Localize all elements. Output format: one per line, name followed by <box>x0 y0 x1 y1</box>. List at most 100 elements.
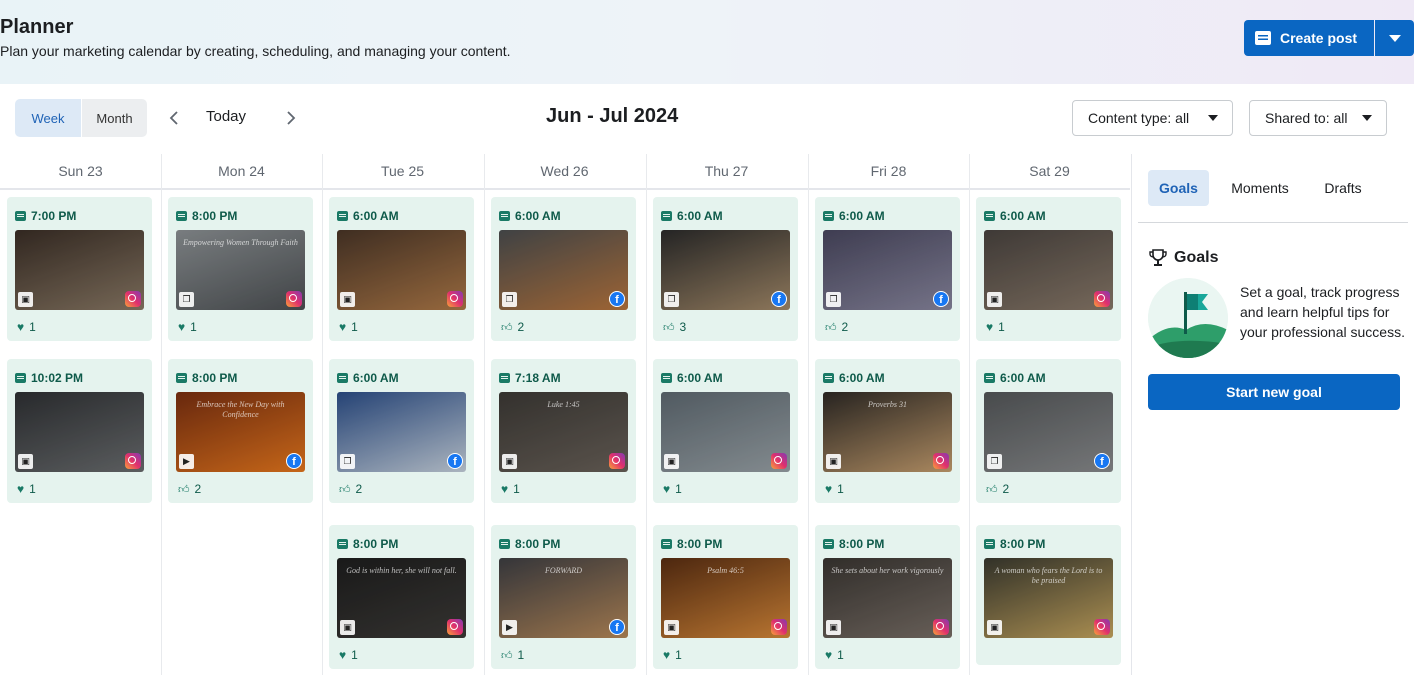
tab-goals[interactable]: Goals <box>1148 170 1209 206</box>
scheduled-post-card[interactable]: 8:00 PM A woman who fears the Lord is to … <box>976 525 1121 665</box>
create-post-menu-button[interactable] <box>1375 20 1414 56</box>
post-reactions: 👍︎ 2 <box>501 320 524 334</box>
thumbnail-caption: A woman who fears the Lord is to be prai… <box>994 566 1103 585</box>
content-type-filter[interactable]: Content type: all <box>1072 100 1233 136</box>
scheduled-post-card[interactable]: 8:00 PM God is within her, she will not f… <box>329 525 474 669</box>
post-time-label: 6:00 AM <box>353 371 399 385</box>
content-type-label: Content type: all <box>1088 110 1190 126</box>
image-icon: ▣ <box>826 454 841 469</box>
start-new-goal-button[interactable]: Start new goal <box>1148 374 1400 410</box>
thumbs-up-icon: 👍︎ <box>986 483 998 496</box>
week-view-button[interactable]: Week <box>15 99 81 137</box>
scheduled-post-card[interactable]: 6:00 AM ▣ ♥ 1 <box>653 359 798 503</box>
post-time: 8:00 PM <box>823 537 884 551</box>
image-icon: ▣ <box>340 292 355 307</box>
thumbnail-caption: Luke 1:45 <box>547 400 580 409</box>
reaction-count: 1 <box>351 320 358 334</box>
scheduled-post-card[interactable]: 6:00 AM ▣ ♥ 1 <box>329 197 474 341</box>
previous-week-button[interactable] <box>164 108 184 128</box>
planner-header: Planner Plan your marketing calendar by … <box>0 0 1414 84</box>
page-subtitle: Plan your marketing calendar by creating… <box>0 43 511 59</box>
tab-drafts[interactable]: Drafts <box>1316 170 1370 206</box>
reaction-count: 2 <box>355 482 363 496</box>
post-thumbnail[interactable]: She sets about her work vigorously ▣ <box>823 558 952 638</box>
shared-to-filter[interactable]: Shared to: all <box>1249 100 1387 136</box>
post-reactions: ♥ 1 <box>178 320 197 334</box>
thumbs-up-icon: 👍︎ <box>825 321 837 334</box>
scheduled-post-card[interactable]: 6:00 AM ▣ ♥ 1 <box>976 197 1121 341</box>
post-thumbnail[interactable]: Embrace the New Day with Confidence ▶ f <box>176 392 305 472</box>
post-reactions: ♥ 1 <box>825 482 844 496</box>
scheduled-post-card[interactable]: 6:00 AM ❐ f 👍︎ 2 <box>329 359 474 503</box>
scheduled-post-card[interactable]: 8:00 PM She sets about her work vigorousl… <box>815 525 960 669</box>
post-thumbnail[interactable]: ▣ <box>984 230 1113 310</box>
trophy-icon <box>1149 249 1167 266</box>
tab-moments[interactable]: Moments <box>1224 170 1296 206</box>
scheduled-post-card[interactable]: 6:00 AM Proverbs 31 ▣ ♥ 1 <box>815 359 960 503</box>
post-thumbnail[interactable]: Luke 1:45 ▣ <box>499 392 628 472</box>
scheduled-post-card[interactable]: 6:00 AM ❐ f 👍︎ 2 <box>976 359 1121 503</box>
thumbs-up-icon: 👍︎ <box>339 483 351 496</box>
instagram-icon <box>125 291 141 307</box>
create-post-button[interactable]: Create post <box>1244 20 1374 56</box>
post-thumbnail[interactable]: ❐ f <box>499 230 628 310</box>
reaction-count: 1 <box>351 648 358 662</box>
scheduled-post-card[interactable]: 8:00 PM FORWARD ▶ f 👍︎ 1 <box>491 525 636 669</box>
post-thumbnail[interactable]: ❐ f <box>337 392 466 472</box>
post-thumbnail[interactable]: God is within her, she will not fall. ▣ <box>337 558 466 638</box>
post-thumbnail[interactable]: Proverbs 31 ▣ <box>823 392 952 472</box>
post-reactions: ♥ 1 <box>17 320 36 334</box>
post-thumbnail[interactable]: ❐ f <box>661 230 790 310</box>
thumbs-up-icon: 👍︎ <box>501 649 513 662</box>
post-thumbnail[interactable]: ❐ f <box>984 392 1113 472</box>
caret-down-icon <box>1208 115 1218 121</box>
post-time-label: 6:00 AM <box>1000 209 1046 223</box>
scheduled-post-card[interactable]: 7:00 PM ▣ ♥ 1 <box>7 197 152 341</box>
today-button[interactable]: Today <box>206 108 246 125</box>
scheduled-post-card[interactable]: 6:00 AM ❐ f 👍︎ 2 <box>491 197 636 341</box>
post-thumbnail[interactable]: ▣ <box>15 230 144 310</box>
carousel-icon: ❐ <box>826 292 841 307</box>
post-thumbnail[interactable]: ❐ f <box>823 230 952 310</box>
scheduled-post-card[interactable]: 10:02 PM ▣ ♥ 1 <box>7 359 152 503</box>
post-thumbnail[interactable]: Psalm 46:5 ▣ <box>661 558 790 638</box>
post-thumbnail[interactable]: ▣ <box>661 392 790 472</box>
post-thumbnail[interactable]: ▣ <box>15 392 144 472</box>
goals-sidebar: Goals Moments Drafts Goals Set a goal, t… <box>1131 154 1414 675</box>
post-reactions: ♥ 1 <box>501 482 520 496</box>
month-view-button[interactable]: Month <box>82 99 147 137</box>
next-week-button[interactable] <box>281 108 301 128</box>
scheduled-post-card[interactable]: 8:00 PM Empowering Women Through Faith ❐ ♥ 1 <box>168 197 313 341</box>
reaction-count: 1 <box>675 482 682 496</box>
post-thumbnail[interactable]: FORWARD ▶ f <box>499 558 628 638</box>
thumbs-up-icon: 👍︎ <box>663 321 675 334</box>
scheduled-post-card[interactable]: 7:18 AM Luke 1:45 ▣ ♥ 1 <box>491 359 636 503</box>
post-time: 6:00 AM <box>337 209 399 223</box>
post-time: 8:00 PM <box>176 371 237 385</box>
scheduled-post-card[interactable]: 8:00 PM Embrace the New Day with Confiden… <box>168 359 313 503</box>
thumbnail-caption: Psalm 46:5 <box>707 566 744 575</box>
post-icon <box>1255 31 1271 45</box>
scheduled-post-card[interactable]: 6:00 AM ❐ f 👍︎ 3 <box>653 197 798 341</box>
instagram-icon <box>1094 291 1110 307</box>
thumbnail-caption: FORWARD <box>544 566 583 575</box>
post-thumbnail[interactable]: A woman who fears the Lord is to be prai… <box>984 558 1113 638</box>
post-time-label: 6:00 AM <box>677 371 723 385</box>
post-icon <box>661 373 672 383</box>
instagram-icon <box>286 291 302 307</box>
post-reactions: 👍︎ 2 <box>825 320 848 334</box>
post-time: 6:00 AM <box>499 209 561 223</box>
instagram-icon <box>609 453 625 469</box>
post-thumbnail[interactable]: ▣ <box>337 230 466 310</box>
caret-down-icon <box>1388 34 1401 42</box>
scheduled-post-card[interactable]: 8:00 PM Psalm 46:5 ▣ ♥ 1 <box>653 525 798 669</box>
post-time-label: 6:00 AM <box>515 209 561 223</box>
post-time-label: 10:02 PM <box>31 371 84 385</box>
post-icon <box>337 539 348 549</box>
post-thumbnail[interactable]: Empowering Women Through Faith ❐ <box>176 230 305 310</box>
image-icon: ▣ <box>502 454 517 469</box>
reaction-count: 1 <box>837 648 844 662</box>
scheduled-post-card[interactable]: 6:00 AM ❐ f 👍︎ 2 <box>815 197 960 341</box>
video-icon: ▶ <box>179 454 194 469</box>
shared-to-label: Shared to: all <box>1265 110 1348 126</box>
